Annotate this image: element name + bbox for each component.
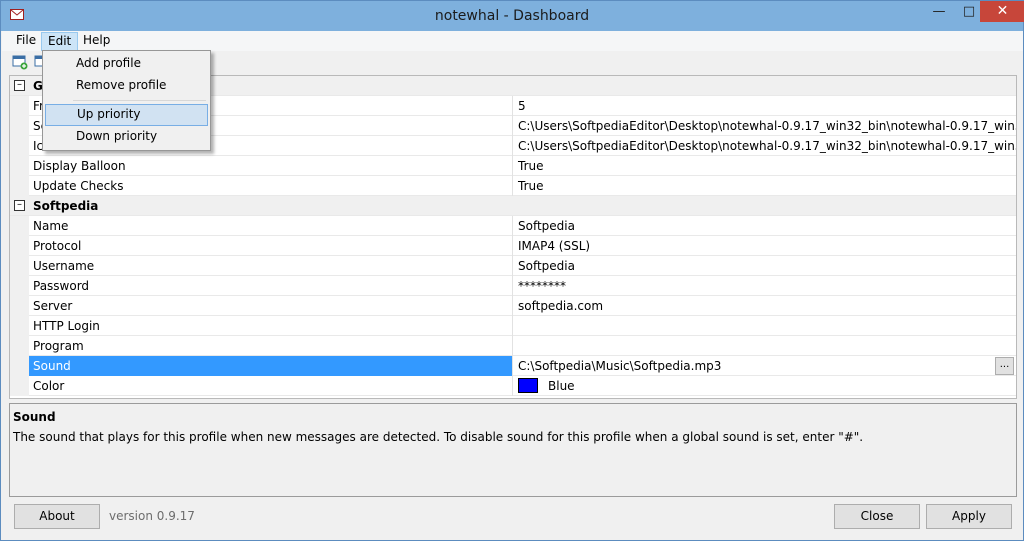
menu-item-remove-profile[interactable]: Remove profile <box>45 75 208 97</box>
property-value[interactable]: ******** <box>514 276 1016 296</box>
apply-button[interactable]: Apply <box>926 504 1012 529</box>
property-name: Name <box>29 216 513 236</box>
property-value[interactable]: C:\Users\SoftpediaEditor\Desktop\notewha… <box>514 136 1016 156</box>
menu-item-add-profile[interactable]: Add profile <box>45 53 208 75</box>
category-label: Softpedia <box>33 199 99 213</box>
edit-menu-dropdown: Add profile Remove profile Up priority D… <box>42 50 211 151</box>
color-swatch <box>518 378 538 393</box>
category-row-softpedia[interactable]: – Softpedia <box>10 196 1016 216</box>
menu-edit[interactable]: Edit <box>41 32 79 51</box>
property-name: Protocol <box>29 236 513 256</box>
property-name: HTTP Login <box>29 316 513 336</box>
property-row[interactable]: Password ******** <box>10 276 1016 296</box>
property-row[interactable]: Name Softpedia <box>10 216 1016 236</box>
property-value[interactable]: Softpedia <box>514 256 1016 276</box>
property-row[interactable]: HTTP Login <box>10 316 1016 336</box>
property-row[interactable]: Display Balloon True <box>10 156 1016 176</box>
window-title: notewhal - Dashboard <box>434 8 590 24</box>
property-row[interactable]: Color Blue <box>10 376 1016 396</box>
add-profile-icon[interactable] <box>12 54 28 70</box>
property-name: Display Balloon <box>29 156 513 176</box>
property-name: Username <box>29 256 513 276</box>
about-button[interactable]: About <box>14 504 100 529</box>
browse-button[interactable]: ... <box>995 357 1014 375</box>
property-row[interactable]: Update Checks True <box>10 176 1016 196</box>
description-panel: Sound The sound that plays for this prof… <box>9 403 1017 497</box>
app-window: notewhal - Dashboard — □ ✕ File Edit Hel… <box>0 0 1024 541</box>
minimize-button[interactable]: — <box>925 1 953 22</box>
property-name: Color <box>29 376 513 396</box>
maximize-button[interactable]: □ <box>955 1 983 22</box>
property-value[interactable]: C:\Users\SoftpediaEditor\Desktop\notewha… <box>514 116 1016 136</box>
color-name: Blue <box>548 379 575 393</box>
property-name: Server <box>29 296 513 316</box>
property-value[interactable]: True <box>514 156 1016 176</box>
property-value[interactable]: Softpedia <box>514 216 1016 236</box>
close-window-button[interactable]: ✕ <box>980 1 1024 22</box>
description-text: The sound that plays for this profile wh… <box>13 430 864 444</box>
menu-separator <box>73 100 206 101</box>
property-value[interactable]: True <box>514 176 1016 196</box>
property-value[interactable]: 5 <box>514 96 1016 116</box>
version-label: version 0.9.17 <box>109 509 195 523</box>
property-value[interactable]: Blue <box>514 376 1016 396</box>
property-name: Password <box>29 276 513 296</box>
property-row[interactable]: Server softpedia.com <box>10 296 1016 316</box>
property-value[interactable]: IMAP4 (SSL) <box>514 236 1016 256</box>
property-value[interactable] <box>514 336 1016 356</box>
description-title: Sound <box>13 410 56 424</box>
property-name: Sound <box>29 356 513 376</box>
property-value[interactable]: C:\Softpedia\Music\Softpedia.mp3 ... <box>514 356 1016 376</box>
property-value[interactable] <box>514 316 1016 336</box>
menu-item-up-priority[interactable]: Up priority <box>45 104 208 126</box>
property-row[interactable]: Program <box>10 336 1016 356</box>
menu-bar: File Edit Help <box>2 31 1023 51</box>
collapse-icon[interactable]: – <box>14 80 25 91</box>
property-row[interactable]: Username Softpedia <box>10 256 1016 276</box>
property-value[interactable]: softpedia.com <box>514 296 1016 316</box>
menu-item-down-priority[interactable]: Down priority <box>45 126 208 148</box>
title-bar: notewhal - Dashboard — □ ✕ <box>1 1 1024 31</box>
close-button[interactable]: Close <box>834 504 920 529</box>
collapse-icon[interactable]: – <box>14 200 25 211</box>
property-row-selected[interactable]: Sound C:\Softpedia\Music\Softpedia.mp3 .… <box>10 356 1016 376</box>
menu-help[interactable]: Help <box>77 32 116 51</box>
property-name: Program <box>29 336 513 356</box>
menu-file[interactable]: File <box>10 32 42 51</box>
sound-path[interactable]: C:\Softpedia\Music\Softpedia.mp3 <box>518 359 721 373</box>
property-row[interactable]: Protocol IMAP4 (SSL) <box>10 236 1016 256</box>
property-name: Update Checks <box>29 176 513 196</box>
